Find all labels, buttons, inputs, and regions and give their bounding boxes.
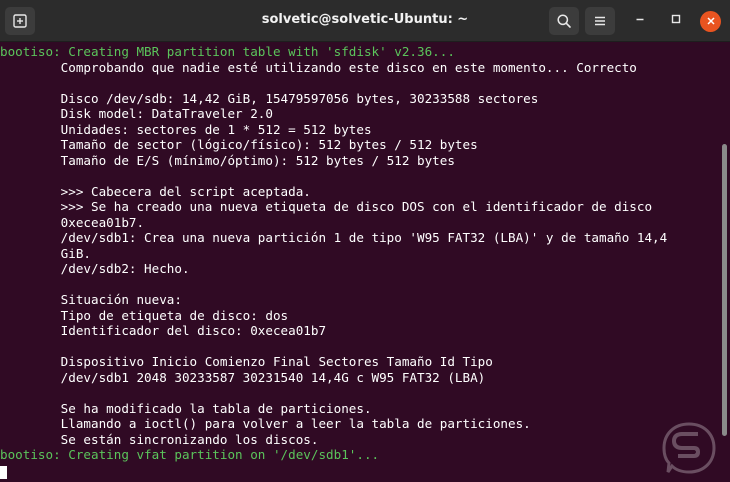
terminal-line: Tamaño de sector (lógico/físico): 512 by…	[0, 137, 478, 152]
terminal-line: Llamando a ioctl() para volver a leer la…	[0, 416, 531, 431]
terminal-line: Disk model: DataTraveler 2.0	[0, 106, 273, 121]
terminal-line: Se están sincronizando los discos.	[0, 431, 319, 447]
minimize-icon	[634, 12, 646, 30]
terminal-line: Disco /dev/sdb: 14,42 GiB, 15479597056 b…	[0, 90, 539, 106]
terminal-line: Tamaño de E/S (mínimo/óptimo): 512 bytes…	[0, 152, 455, 168]
terminal-line: Situación nueva:	[0, 292, 182, 307]
terminal-window: solvetic@solvetic-Ubuntu: ~ bootiso: Cre…	[0, 0, 730, 482]
terminal-line: Dispositivo Inicio Comienzo Final Sector…	[0, 354, 493, 369]
maximize-icon	[670, 12, 682, 30]
terminal-line: bootiso: Creating vfat partition on '/de…	[0, 447, 380, 462]
terminal-line: >>> Cabecera del script aceptada.	[0, 183, 311, 199]
brand-watermark-logo	[660, 420, 718, 476]
terminal-line: Tipo de etiqueta de disco: dos	[0, 307, 289, 323]
window-title: solvetic@solvetic-Ubuntu: ~	[261, 12, 469, 27]
terminal-line: /dev/sdb2: Hecho.	[0, 261, 190, 276]
search-icon	[556, 13, 572, 29]
terminal-line: /dev/sdb1 2048 30233587 30231540 14,4G c…	[0, 369, 486, 385]
terminal-line: Se ha modificado la tabla de particiones…	[0, 400, 372, 416]
scrollbar[interactable]	[722, 144, 727, 436]
maximize-button[interactable]	[666, 11, 686, 31]
title-bar: solvetic@solvetic-Ubuntu: ~	[0, 0, 730, 42]
terminal-line: GiB.	[0, 245, 91, 261]
terminal-line: Comprobando que nadie esté utilizando es…	[0, 59, 637, 75]
terminal-line: Unidades: sectores de 1 * 512 = 512 byte…	[0, 121, 372, 137]
terminal-line: /dev/sdb1: Crea una nueva partición 1 de…	[0, 230, 668, 245]
minimize-button[interactable]	[630, 11, 650, 31]
terminal-line: Identificador del disco: 0xecea01b7	[0, 323, 327, 338]
menu-button[interactable]	[585, 7, 615, 35]
terminal-line: 0xecea01b7.	[0, 214, 145, 230]
hamburger-menu-icon	[592, 13, 608, 29]
close-icon	[706, 13, 716, 31]
terminal-output[interactable]: bootiso: Creating MBR partition table wi…	[0, 42, 730, 482]
close-button[interactable]	[700, 11, 721, 32]
search-button[interactable]	[549, 7, 579, 35]
text-cursor	[0, 466, 7, 479]
new-tab-button[interactable]	[5, 7, 35, 35]
terminal-line: >>> Se ha creado una nueva etiqueta de d…	[0, 199, 653, 214]
new-tab-icon	[12, 13, 28, 29]
terminal-line: bootiso: Creating MBR partition table wi…	[0, 44, 455, 59]
